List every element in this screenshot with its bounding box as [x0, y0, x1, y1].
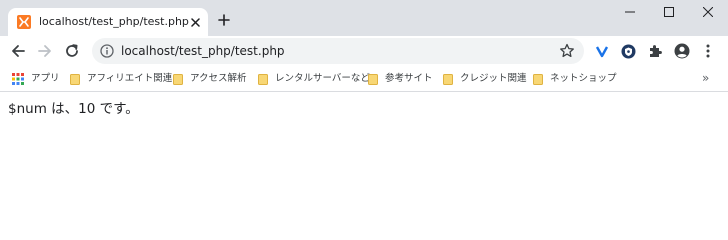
- bookmarks-overflow-button[interactable]: »: [702, 71, 709, 85]
- puzzle-icon: [650, 45, 662, 57]
- arrow-left-icon: [12, 45, 25, 57]
- forward-button[interactable]: [36, 42, 54, 60]
- reload-button[interactable]: [63, 42, 81, 60]
- menu-button[interactable]: [700, 43, 716, 59]
- xampp-logo-icon: [17, 15, 31, 29]
- maximize-button[interactable]: [661, 4, 677, 20]
- bookmark-label: アクセス解析: [190, 73, 247, 84]
- new-tab-button[interactable]: [216, 12, 232, 28]
- bookmark-label: アプリ: [31, 73, 60, 84]
- bookmark-folder[interactable]: クレジット関連: [443, 71, 527, 87]
- plus-icon: [218, 14, 230, 26]
- shield-icon: [621, 44, 635, 58]
- page-content: $num は、10 です。: [0, 93, 728, 230]
- extension-shield-button[interactable]: [620, 43, 636, 59]
- window-close-button[interactable]: [700, 4, 716, 20]
- extension-v-button[interactable]: [594, 43, 610, 59]
- reload-icon: [66, 44, 78, 57]
- bookmark-label: ネットショップ: [550, 73, 617, 84]
- bookmark-label: 参考サイト: [385, 73, 433, 84]
- tab-close-button[interactable]: [188, 15, 202, 29]
- bookmark-folder[interactable]: アクセス解析: [173, 71, 247, 87]
- folder-icon: [173, 73, 183, 85]
- tab-strip: localhost/test_php/test.php: [0, 0, 728, 36]
- maximize-icon: [664, 7, 674, 17]
- address-bar[interactable]: localhost/test_php/test.php: [92, 38, 584, 64]
- info-icon[interactable]: [100, 44, 114, 58]
- folder-icon: [443, 73, 453, 85]
- folder-icon: [258, 73, 268, 85]
- account-circle-icon: [674, 43, 690, 59]
- arrow-right-icon: [38, 45, 51, 57]
- bookmark-label: アフィリエイト関連: [87, 73, 173, 84]
- bookmark-label: クレジット関連: [460, 73, 527, 84]
- folder-icon: [533, 73, 543, 85]
- browser-tab[interactable]: localhost/test_php/test.php: [8, 8, 208, 36]
- extensions-button[interactable]: [647, 43, 663, 59]
- browser-toolbar: localhost/test_php/test.php: [0, 36, 728, 66]
- tab-title: localhost/test_php/test.php: [39, 15, 189, 28]
- folder-icon: [70, 73, 80, 85]
- back-button[interactable]: [9, 42, 27, 60]
- bookmark-folder[interactable]: アフィリエイト関連: [70, 71, 172, 87]
- bookmark-folder[interactable]: ネットショップ: [533, 71, 617, 87]
- bookmark-label: レンタルサーバーなど: [275, 73, 370, 84]
- bookmarks-bar: アプリ アフィリエイト関連 アクセス解析 レンタルサーバーなど 参考サイト クレ…: [0, 66, 728, 92]
- bookmark-apps[interactable]: アプリ: [12, 71, 60, 87]
- profile-button[interactable]: [674, 43, 690, 59]
- php-output-text: $num は、10 です。: [8, 101, 139, 117]
- close-icon: [190, 17, 200, 27]
- close-icon: [703, 7, 713, 17]
- bookmark-folder[interactable]: レンタルサーバーなど: [258, 71, 370, 87]
- bookmark-folder[interactable]: 参考サイト: [368, 71, 433, 87]
- minimize-icon: [625, 11, 635, 13]
- minimize-button[interactable]: [622, 4, 638, 20]
- url-text[interactable]: localhost/test_php/test.php: [121, 44, 285, 58]
- bookmark-star-icon[interactable]: [559, 43, 575, 59]
- more-vertical-icon: [706, 44, 710, 58]
- folder-icon: [368, 73, 378, 85]
- v-logo-icon: [595, 46, 609, 58]
- apps-grid-icon: [12, 73, 24, 85]
